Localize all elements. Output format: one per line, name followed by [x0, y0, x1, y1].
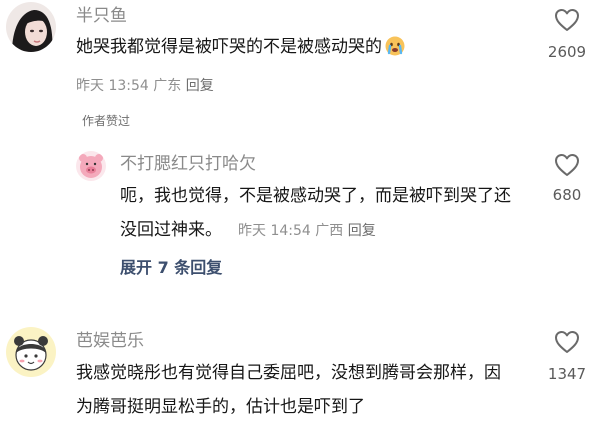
expand-replies-button[interactable]: 展开 7 条回复 [120, 258, 222, 278]
user-avatar[interactable] [6, 2, 56, 52]
comment-username[interactable]: 半只鱼 [76, 6, 127, 26]
like-count: 2609 [547, 43, 587, 61]
reply-text: 呃，我也觉得，不是被感动哭了，而是被吓到哭了还没回过神来。 昨天 14:54 广西… [120, 179, 520, 248]
comment-location: 广东 [153, 78, 182, 94]
heart-icon [555, 9, 579, 31]
like-button[interactable] [553, 329, 581, 355]
comment-text: 她哭我都觉得是被吓哭的不是被感动哭的 [76, 30, 406, 64]
reply-location: 广西 [315, 223, 344, 239]
reply-reply-button[interactable]: 回复 [348, 223, 376, 239]
like-count: 1347 [547, 365, 587, 383]
reply-avatar[interactable] [76, 151, 106, 181]
reply-meta: 昨天 14:54 广西 回复 [238, 223, 376, 239]
reply-button[interactable]: 回复 [186, 78, 214, 94]
user-avatar[interactable] [6, 327, 56, 377]
reply-like-button[interactable] [553, 152, 581, 178]
comment-text: 我感觉晓彤也有觉得自己委屈吧，没想到腾哥会那样，因为腾哥挺明显松手的，估计也是吓… [76, 363, 501, 417]
comment-text-content: 她哭我都觉得是被吓哭的不是被感动哭的 [76, 37, 382, 57]
comment-username[interactable]: 芭娱芭乐 [76, 331, 144, 351]
comment-meta: 昨天 13:54 广东 回复 [76, 77, 214, 95]
crying-face-emoji-icon [384, 34, 406, 56]
comment-time: 昨天 13:54 [76, 78, 149, 94]
author-liked-badge: 作者赞过 [82, 114, 131, 128]
reply-time: 昨天 14:54 [238, 223, 311, 239]
heart-icon [555, 331, 579, 353]
heart-icon [555, 154, 579, 176]
like-button[interactable] [553, 7, 581, 33]
reply-like-count: 680 [552, 186, 582, 204]
reply-username[interactable]: 不打腮红只打哈欠 [120, 154, 256, 174]
